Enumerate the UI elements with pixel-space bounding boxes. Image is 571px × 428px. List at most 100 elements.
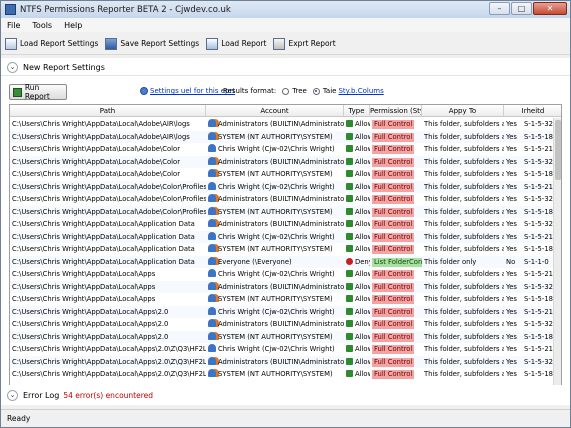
table-row[interactable]: C:\Users\Chris Wright\AppData\Local\Apps… (10, 305, 561, 318)
cell-path: C:\Users\Chris Wright\AppData\Local\Adob… (12, 207, 206, 216)
title-bar[interactable]: NTFS Permissions Reporter BETA 2 - Cjwde… (1, 1, 570, 18)
settings-used-link[interactable]: Settings uel for this eprt (140, 87, 235, 95)
cell-path: C:\Users\Chris Wright\AppData\Local\Adob… (12, 132, 190, 141)
permission-tag: Full Control (372, 345, 415, 354)
vertical-scrollbar[interactable] (553, 118, 561, 397)
cell-inherited: Yes (506, 307, 517, 316)
load-report-settings-button[interactable]: Load Report Settings (1, 35, 101, 53)
column-header-applies-to[interactable]: Appy To (422, 105, 504, 117)
cell-path: C:\Users\Chris Wright\AppData\Local\Apps (12, 270, 156, 278)
export-report-button[interactable]: Exprt Report (269, 35, 338, 53)
table-row[interactable]: C:\Users\Chris Wright\AppData\Local\Adob… (10, 193, 561, 206)
chevron-down-icon[interactable]: ⌄ (7, 61, 18, 73)
maximize-button[interactable]: □ (511, 2, 532, 15)
table-row[interactable]: C:\Users\Chris Wright\AppData\Local\Apps… (10, 355, 561, 369)
type-text: Allow (355, 307, 370, 316)
table-row[interactable]: C:\Users\Chris Wright\AppData\Local\Apps… (10, 293, 561, 306)
column-header-account[interactable]: Account (206, 105, 344, 117)
type-text: Allow (355, 220, 370, 228)
check-icon (346, 270, 353, 277)
cell-inherited: Yes (506, 282, 517, 291)
cell-account: SYSTEM (NT AUTHORITY\SYSTEM) (206, 243, 344, 256)
tree-radio[interactable] (282, 87, 290, 95)
table-row[interactable]: C:\Users\Chris Wright\AppData\Local\Adob… (10, 155, 561, 169)
table-row[interactable]: C:\Users\Chris Wright\AppData\Local\Apps… (10, 280, 561, 293)
cell-account: SYSTEM (NT AUTHORITY\SYSTEM) (206, 168, 344, 181)
table-row[interactable]: C:\Users\Chris Wright\AppData\Local\Apps… (10, 368, 561, 381)
menu-help[interactable]: Help (58, 21, 88, 30)
table-row[interactable]: C:\Users\Chris Wright\AppData\Local\Apps… (10, 318, 561, 331)
group-icon (208, 194, 216, 202)
column-header-path[interactable]: Path (10, 105, 206, 117)
cell-inherited: Yes (506, 332, 517, 341)
table-row[interactable]: C:\Users\Chris Wright\AppData\Local\Adob… (10, 118, 561, 131)
table-row[interactable]: C:\Users\Chris Wright\AppData\Local\Appl… (10, 243, 561, 256)
permission-tag: Full Control (372, 270, 415, 279)
account-text: SYSTEM (NT AUTHORITY\SYSTEM) (218, 295, 333, 303)
table-row[interactable]: C:\Users\Chris Wright\AppData\Local\Adob… (10, 205, 561, 218)
error-count[interactable]: 54 error(s) encountered (63, 391, 153, 400)
table-row[interactable]: C:\Users\Chris Wright\AppData\Local\Apps… (10, 343, 561, 356)
scrollbar-thumb[interactable] (555, 120, 561, 180)
table-row[interactable]: C:\Users\Chris Wright\AppData\Local\Apps… (10, 268, 561, 281)
load-report-button[interactable]: Load Report (202, 35, 269, 53)
table-radio[interactable] (312, 87, 320, 95)
permission-tag: Full Control (372, 357, 415, 367)
table-row[interactable]: C:\Users\Chris Wright\AppData\Local\Apps… (10, 330, 561, 344)
menu-file[interactable]: File (1, 21, 26, 30)
column-header-inherited[interactable]: Irheitd (504, 105, 561, 117)
save-icon (105, 37, 118, 50)
column-header-type[interactable]: Type (344, 105, 370, 117)
cell-applies: This folder, subfolders and files (424, 182, 504, 191)
permission-tag: Full Control (372, 245, 415, 254)
user-icon (208, 269, 216, 277)
table-row[interactable]: C:\Users\Chris Wright\AppData\Local\Adob… (10, 180, 561, 193)
status-bar: Ready (1, 409, 570, 427)
cell-inherited: Yes (506, 157, 517, 166)
cell-inherited: Yes (506, 357, 517, 366)
run-report-label: Run Report (24, 83, 50, 101)
run-report-button[interactable]: Run Report (9, 83, 67, 101)
menu-tools[interactable]: Tools (26, 21, 58, 30)
cell-perm: Full Control (370, 318, 422, 331)
cell-perm: Full Control (370, 156, 422, 169)
column-header-permission[interactable]: Permission (Style) (370, 105, 422, 117)
report-panel: Run Report Settings uel for this eprt Re… (1, 76, 570, 400)
close-button[interactable]: ✕ (533, 2, 567, 15)
cell-applies: This folder, subfolders and files (424, 120, 504, 128)
style-columns-link[interactable]: Sty.b.Colums (338, 87, 383, 95)
cell-type: Allow (344, 331, 370, 344)
check-icon (346, 345, 353, 352)
cell-perm: Full Control (370, 268, 422, 281)
cell-perm: Full Control (370, 343, 422, 356)
cell-applies: This folder, subfolders and files (424, 220, 504, 228)
table-row[interactable]: C:\Users\Chris Wright\AppData\Local\Appl… (10, 218, 561, 231)
error-log-header[interactable]: ⌄ Error Log 54 error(s) encountered (1, 385, 570, 405)
window-title: NTFS Permissions Reporter BETA 2 - Cjwde… (20, 4, 231, 15)
cell-applies: This folder, subfolders and files (424, 195, 504, 203)
table-row[interactable]: C:\Users\Chris Wright\AppData\Local\Adob… (10, 143, 561, 156)
cell-applies: This folder, subfolders and files (424, 307, 504, 316)
check-icon (346, 282, 353, 290)
table-row[interactable]: C:\Users\Chris Wright\AppData\Local\Adob… (10, 168, 561, 181)
cell-account: Administrators (BUILTIN\Administrators) (206, 356, 344, 369)
table-row[interactable]: C:\Users\Chris Wright\AppData\Local\Appl… (10, 255, 561, 268)
permission-tag: Full Control (372, 182, 415, 192)
table-row[interactable]: C:\Users\Chris Wright\AppData\Local\Appl… (10, 230, 561, 243)
save-report-settings-button[interactable]: Save Report Settings (101, 35, 202, 53)
type-text: Allow (355, 370, 370, 378)
permission-tag: Full Control (372, 307, 415, 317)
cell-account: SYSTEM (NT AUTHORITY\SYSTEM) (206, 331, 344, 344)
cell-inherited: Yes (506, 120, 517, 128)
cell-applies: This folder, subfolders and files (424, 132, 504, 141)
cell-account: SYSTEM (NT AUTHORITY\SYSTEM) (206, 293, 344, 306)
cell-perm: Full Control (370, 331, 422, 344)
chevron-down-icon[interactable]: ⌄ (7, 389, 18, 401)
new-report-settings-header[interactable]: ⌄ New Report Settings (1, 58, 570, 76)
table-row[interactable]: C:\Users\Chris Wright\AppData\Local\Adob… (10, 130, 561, 143)
cell-account: Chris Wright (Cjw-02\Chris Wright) (206, 343, 344, 356)
cell-inherited: Yes (506, 232, 517, 241)
user-icon (208, 231, 216, 240)
minimize-button[interactable]: – (489, 2, 510, 15)
type-text: Allow (355, 332, 370, 341)
